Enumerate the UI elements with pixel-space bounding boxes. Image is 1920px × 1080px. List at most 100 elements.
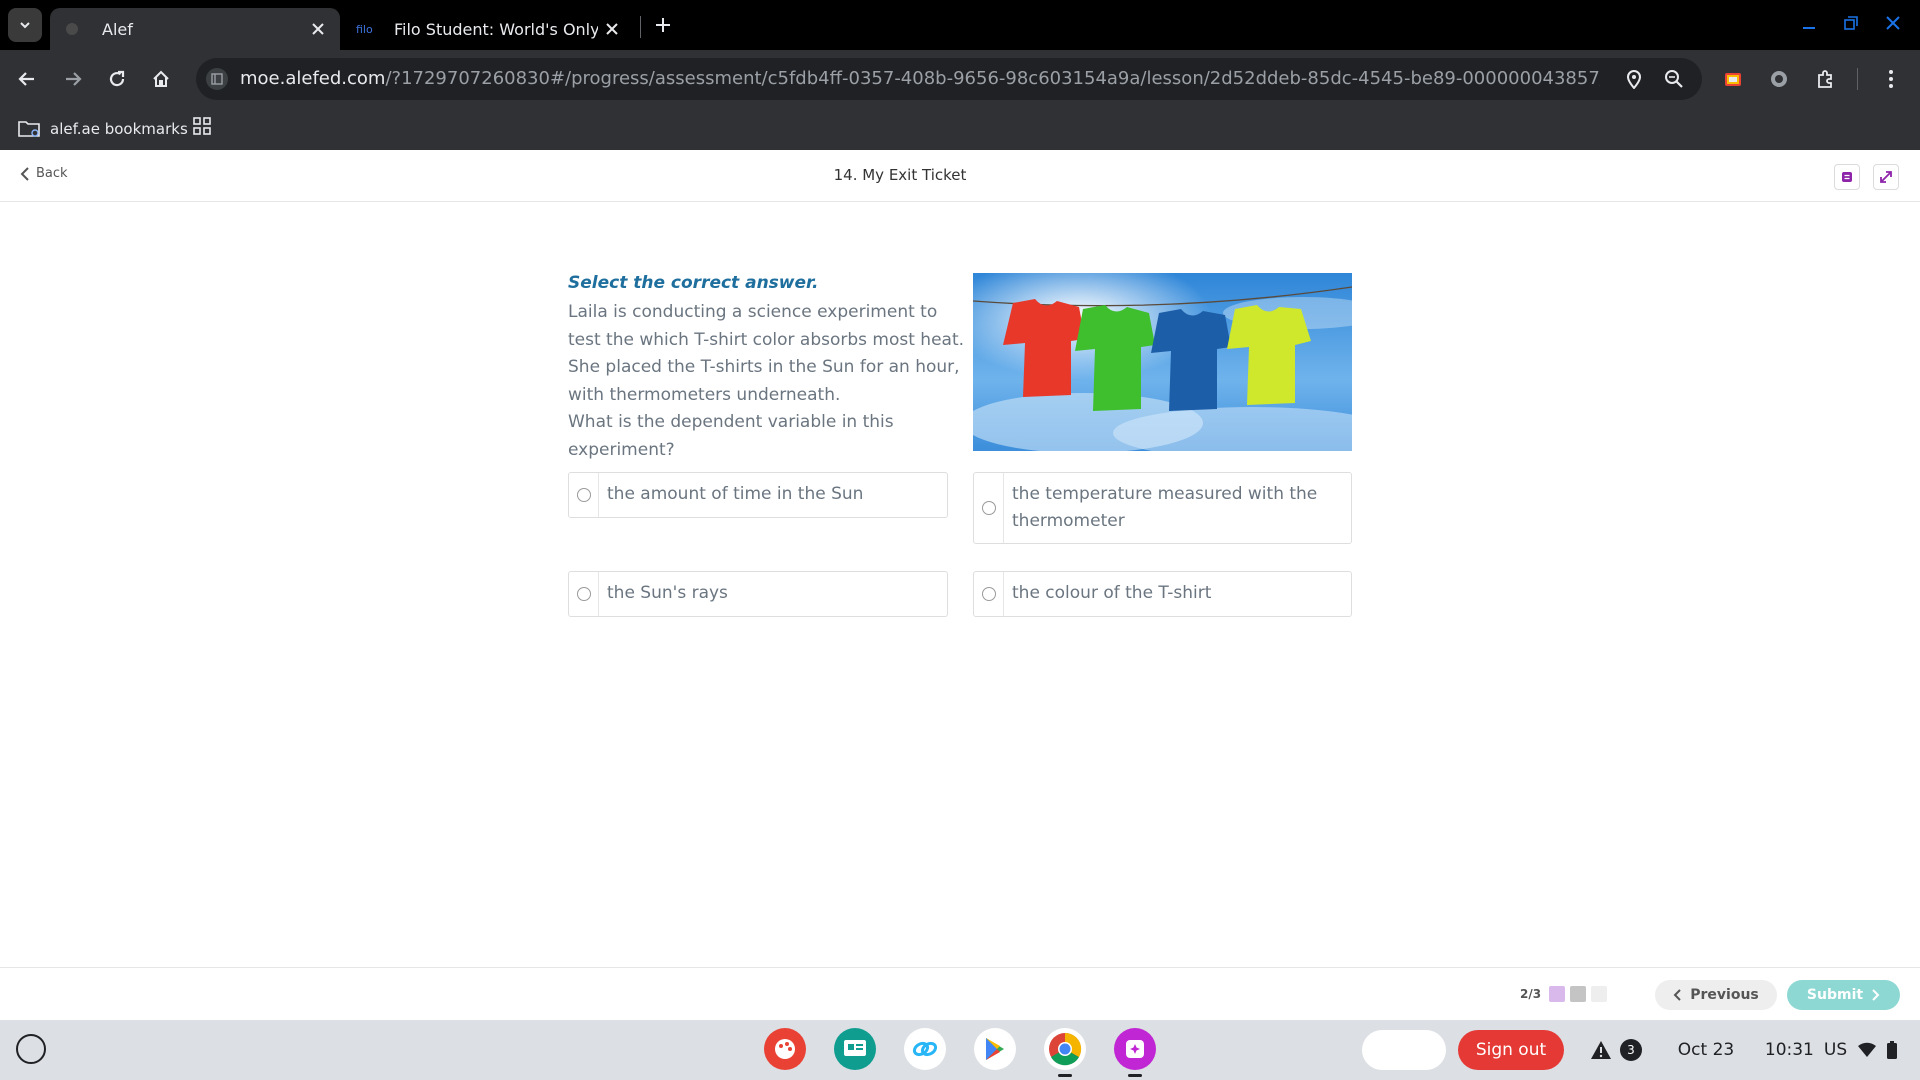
answer-option-4[interactable]: the colour of the T-shirt bbox=[973, 571, 1352, 617]
progress-step-3[interactable] bbox=[1591, 986, 1607, 1002]
battery-icon bbox=[1887, 1041, 1898, 1059]
question-instruction: Select the correct answer. bbox=[568, 273, 819, 293]
toolbar-separator bbox=[1857, 68, 1858, 90]
radio-button[interactable] bbox=[576, 488, 591, 502]
sign-out-button[interactable]: Sign out bbox=[1458, 1030, 1564, 1070]
radio-cell bbox=[569, 473, 599, 517]
filo-favicon: filo bbox=[356, 22, 373, 36]
extensions-button[interactable] bbox=[1808, 62, 1842, 96]
radio-cell bbox=[974, 473, 1004, 543]
tab-separator bbox=[640, 16, 641, 38]
arrow-left-icon bbox=[18, 72, 34, 86]
holding-space-button[interactable] bbox=[1362, 1030, 1446, 1070]
progress-step-1[interactable] bbox=[1549, 986, 1565, 1002]
extension-1-button[interactable] bbox=[1716, 62, 1750, 96]
address-bar[interactable]: moe.alefed.com/?1729707260830#/progress/… bbox=[196, 58, 1702, 100]
forward-nav-button[interactable] bbox=[56, 62, 90, 96]
play-store-icon[interactable] bbox=[974, 1028, 1016, 1070]
url-path: /?1729707260830#/progress/assessment/c5f… bbox=[385, 68, 1600, 89]
launcher-button[interactable] bbox=[16, 1034, 46, 1064]
answer-option-2[interactable]: the temperature measured with the thermo… bbox=[973, 472, 1352, 544]
chevron-left-icon bbox=[1673, 989, 1681, 1001]
extension-app-icon bbox=[1725, 73, 1741, 86]
link-app-icon[interactable] bbox=[904, 1028, 946, 1070]
close-window-icon[interactable] bbox=[1882, 12, 1904, 34]
page-title: 14. My Exit Ticket bbox=[833, 166, 967, 184]
apps-grid-icon[interactable] bbox=[192, 116, 212, 136]
t-shirts-clothesline-image bbox=[973, 273, 1352, 451]
browser-toolbar: moe.alefed.com/?1729707260830#/progress/… bbox=[0, 50, 1920, 108]
fullscreen-button[interactable] bbox=[1873, 164, 1899, 190]
site-info-icon[interactable] bbox=[206, 68, 228, 90]
folder-icon bbox=[18, 121, 40, 137]
answer-option-text: the amount of time in the Sun bbox=[607, 484, 864, 504]
plus-icon bbox=[656, 18, 670, 32]
answer-option-1[interactable]: the amount of time in the Sun bbox=[568, 472, 948, 518]
input-locale: US bbox=[1823, 1040, 1848, 1060]
browser-tabstrip: Alef filo Filo Student: World's Only Liv… bbox=[0, 0, 1920, 50]
previous-button[interactable]: Previous bbox=[1655, 980, 1777, 1010]
url-host: moe.alefed.com bbox=[240, 68, 386, 89]
bookmark-folder-label: alef.ae bookmarks bbox=[50, 120, 188, 138]
radio-cell bbox=[974, 572, 1004, 616]
location-pin-icon[interactable] bbox=[1622, 67, 1646, 91]
answer-option-text: the Sun's rays bbox=[607, 583, 728, 603]
new-tab-button[interactable] bbox=[650, 12, 676, 38]
tab-title: Alef bbox=[102, 19, 133, 39]
progress-step-2[interactable] bbox=[1570, 986, 1586, 1002]
close-tab-icon[interactable] bbox=[304, 15, 332, 43]
running-indicator bbox=[1128, 1074, 1142, 1077]
notification-count: 3 bbox=[1620, 1039, 1642, 1061]
clock-time: 10:31 bbox=[1764, 1040, 1814, 1060]
question-paragraph: Laila is conducting a science experiment… bbox=[568, 302, 965, 405]
submit-button[interactable]: Submit bbox=[1787, 980, 1900, 1010]
tab-title: Filo Student: World's Only Live I bbox=[394, 19, 598, 39]
alef-favicon-icon bbox=[64, 20, 82, 38]
home-button[interactable] bbox=[144, 62, 178, 96]
lesson-header: Back 14. My Exit Ticket bbox=[0, 150, 1920, 202]
date-tray[interactable]: Oct 23 bbox=[1664, 1030, 1748, 1070]
zoom-icon[interactable] bbox=[1662, 67, 1686, 91]
back-nav-button[interactable] bbox=[10, 62, 44, 96]
answer-option-3[interactable]: the Sun's rays bbox=[568, 571, 948, 617]
wifi-icon bbox=[1858, 1042, 1877, 1057]
radio-button[interactable] bbox=[576, 587, 591, 601]
reload-button[interactable] bbox=[100, 62, 134, 96]
menu-button[interactable] bbox=[1834, 164, 1860, 190]
browser-menu-button[interactable] bbox=[1874, 62, 1908, 96]
classroom-app-icon[interactable] bbox=[834, 1028, 876, 1070]
canvas-app-icon[interactable] bbox=[764, 1028, 806, 1070]
answer-option-text: the temperature measured with the thermo… bbox=[1012, 484, 1318, 531]
tab-alef[interactable]: Alef bbox=[50, 8, 340, 50]
extension-2-button[interactable] bbox=[1762, 62, 1796, 96]
question-area: Select the correct answer. Laila is cond… bbox=[0, 203, 1920, 967]
radio-cell bbox=[569, 572, 599, 616]
tab-filo[interactable]: filo Filo Student: World's Only Live I bbox=[344, 8, 634, 50]
more-vert-icon bbox=[1889, 70, 1893, 88]
question-text: Laila is conducting a science experiment… bbox=[568, 299, 968, 464]
restore-icon[interactable] bbox=[1840, 12, 1862, 34]
chrome-app-icon[interactable] bbox=[1044, 1028, 1086, 1070]
notifications-button[interactable]: 3 bbox=[1576, 1030, 1656, 1070]
question-prompt: What is the dependent variable in this e… bbox=[568, 412, 894, 460]
bookmarks-bar: alef.ae bookmarks bbox=[0, 108, 1920, 150]
arrow-right-icon bbox=[66, 72, 82, 86]
status-tray[interactable]: 10:31 US bbox=[1756, 1030, 1906, 1070]
warning-icon bbox=[1591, 1041, 1611, 1059]
progress-counter: 2/3 bbox=[1520, 987, 1542, 1001]
radio-button[interactable] bbox=[981, 501, 996, 515]
answer-option-text: the colour of the T-shirt bbox=[1012, 583, 1212, 603]
tab-search-button[interactable] bbox=[8, 8, 42, 42]
purple-menu-icon bbox=[1842, 172, 1852, 182]
chevron-down-icon bbox=[20, 22, 30, 29]
reload-icon bbox=[109, 70, 125, 87]
focus-app-icon[interactable] bbox=[1114, 1028, 1156, 1070]
home-icon bbox=[153, 70, 169, 87]
url-text[interactable]: moe.alefed.com/?1729707260830#/progress/… bbox=[240, 68, 1600, 89]
minimize-icon[interactable] bbox=[1798, 12, 1820, 34]
radio-button[interactable] bbox=[981, 587, 996, 601]
running-indicator bbox=[1058, 1074, 1072, 1077]
bookmark-folder[interactable]: alef.ae bookmarks bbox=[18, 116, 188, 142]
extension-circle-icon bbox=[1771, 71, 1787, 87]
close-tab-icon[interactable] bbox=[598, 15, 626, 43]
